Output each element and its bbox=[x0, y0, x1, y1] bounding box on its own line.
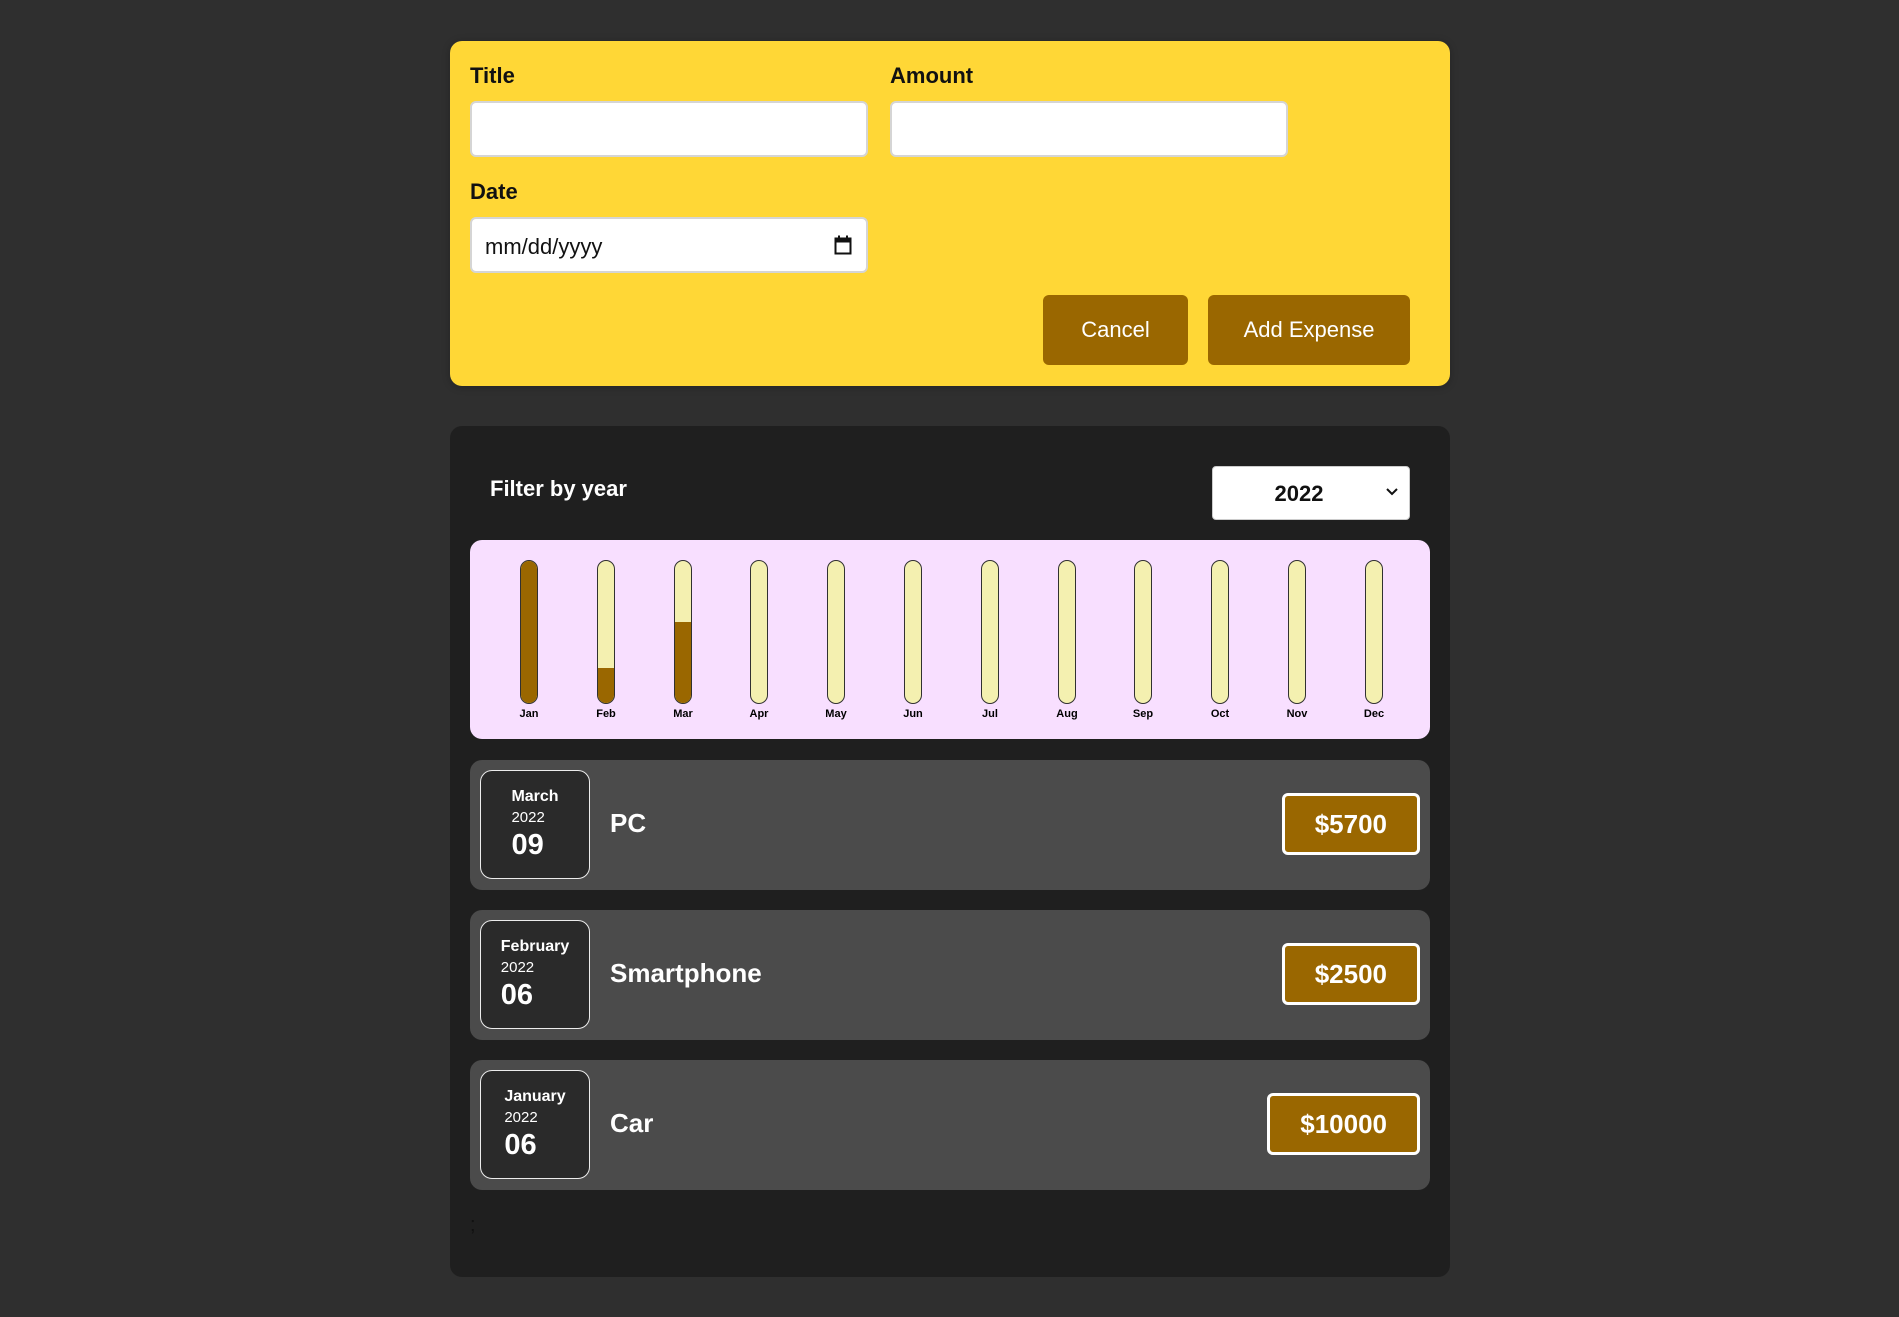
expense-month: January bbox=[504, 1087, 566, 1105]
expense-date: January 2022 06 bbox=[480, 1070, 590, 1179]
chart-bar-fill bbox=[675, 622, 691, 703]
expense-title: PC bbox=[610, 808, 647, 838]
add-expense-button[interactable]: Add Expense bbox=[1208, 295, 1410, 365]
expense-amount: $2500 bbox=[1281, 943, 1420, 1005]
expense-year: 2022 bbox=[500, 958, 535, 976]
chart-bar-track bbox=[750, 560, 768, 704]
chart-bar-mar: Mar bbox=[662, 560, 702, 730]
expense-day: 06 bbox=[504, 1128, 537, 1161]
chart-bar-sep: Sep bbox=[1122, 560, 1162, 730]
chart-bar-label: Sep bbox=[1132, 708, 1154, 720]
new-expense-form: Title Amount Date mm/dd/yyyy Cancel Add … bbox=[450, 41, 1450, 386]
date-input[interactable]: mm/dd/yyyy bbox=[470, 217, 868, 273]
expense-year: 2022 bbox=[504, 1108, 538, 1126]
expense-day: 06 bbox=[500, 978, 534, 1011]
calendar-icon[interactable] bbox=[834, 235, 852, 255]
chart-bar-fill bbox=[521, 561, 537, 703]
amount-input[interactable] bbox=[890, 101, 1288, 157]
expense-year: 2022 bbox=[511, 808, 545, 826]
expense-title: Smartphone bbox=[610, 958, 762, 988]
expense-date: March 2022 09 bbox=[480, 770, 590, 879]
chart-bar-track bbox=[520, 560, 538, 704]
expense-item: March 2022 09 PC $5700 bbox=[470, 760, 1430, 890]
chart-bar-label: May bbox=[825, 708, 847, 720]
chart-bar-track bbox=[597, 560, 615, 704]
chart-bar-feb: Feb bbox=[585, 560, 625, 730]
date-label: Date bbox=[470, 179, 518, 204]
chart-bar-nov: Nov bbox=[1276, 560, 1316, 730]
chart-bar-jul: Jul bbox=[969, 560, 1009, 730]
chart-bar-track bbox=[1058, 560, 1076, 704]
expense-item: February 2022 06 Smartphone $2500 bbox=[470, 910, 1430, 1040]
chart-bar-track bbox=[904, 560, 922, 704]
filter-label: Filter by year bbox=[490, 476, 627, 501]
date-placeholder: mm/dd/yyyy bbox=[485, 234, 603, 259]
chart-bar-may: May bbox=[815, 560, 855, 730]
title-label: Title bbox=[470, 63, 515, 88]
year-select-value: 2022 bbox=[1274, 481, 1324, 506]
chart-bar-label: Aug bbox=[1056, 708, 1078, 720]
chart-bar-label: Dec bbox=[1363, 708, 1385, 720]
expense-month: March bbox=[511, 787, 559, 805]
amount-label: Amount bbox=[890, 63, 974, 88]
chart-bar-label: Jan bbox=[519, 708, 539, 720]
chart-bar-track bbox=[981, 560, 999, 704]
chart-bar-track bbox=[1211, 560, 1229, 704]
chart-bar-label: Feb bbox=[596, 708, 616, 720]
expenses-chart: Jan Feb Mar Apr May Jun Jul Aug Sep Oct Nov Dec bbox=[470, 540, 1430, 739]
chart-bar-track bbox=[1288, 560, 1306, 704]
chart-bar-label: Mar bbox=[673, 708, 693, 720]
stray-text: ; bbox=[470, 1214, 476, 1236]
chart-bar-aug: Aug bbox=[1046, 560, 1086, 730]
chevron-down-icon bbox=[1386, 488, 1398, 496]
chart-bar-apr: Apr bbox=[738, 560, 778, 730]
chart-bar-label: Jun bbox=[903, 708, 923, 720]
chart-bar-label: Apr bbox=[749, 708, 769, 720]
expense-date: February 2022 06 bbox=[480, 920, 590, 1029]
chart-bar-oct: Oct bbox=[1199, 560, 1239, 730]
year-select[interactable]: 2022 bbox=[1212, 466, 1410, 520]
expense-day: 09 bbox=[511, 828, 544, 861]
chart-bar-track bbox=[674, 560, 692, 704]
chart-bar-fill bbox=[598, 667, 614, 703]
chart-bar-track bbox=[1365, 560, 1383, 704]
chart-bar-track bbox=[1134, 560, 1152, 704]
expense-item: January 2022 06 Car $10000 bbox=[470, 1060, 1430, 1190]
expense-title: Car bbox=[610, 1108, 654, 1138]
cancel-button[interactable]: Cancel bbox=[1043, 295, 1188, 365]
chart-bar-track bbox=[827, 560, 845, 704]
chart-bar-dec: Dec bbox=[1353, 560, 1393, 730]
expense-month: February bbox=[500, 937, 570, 955]
chart-bar-jun: Jun bbox=[892, 560, 932, 730]
chart-bar-label: Oct bbox=[1210, 708, 1230, 720]
chart-bar-label: Jul bbox=[982, 708, 998, 720]
title-input[interactable] bbox=[470, 101, 868, 157]
expense-amount: $5700 bbox=[1281, 793, 1420, 855]
expenses-panel: Filter by year 2022 Jan Feb Mar Apr May Jun Ju… bbox=[450, 426, 1450, 1277]
chart-bar-jan: Jan bbox=[508, 560, 548, 730]
expense-amount: $10000 bbox=[1267, 1093, 1420, 1155]
chart-bar-label: Nov bbox=[1286, 708, 1308, 720]
